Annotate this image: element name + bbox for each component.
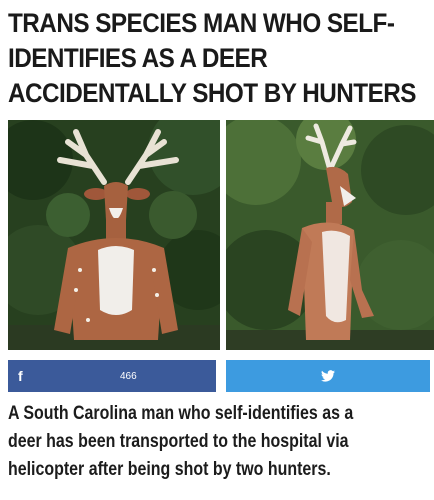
headline-line: ACCIDENTALLY SHOT BY HUNTERS [8, 78, 416, 108]
share-count: 466 [120, 370, 137, 382]
deer-costume-photo-front [8, 120, 220, 350]
headline: TRANS SPECIES MAN WHO SELF- IDENTIFIES A… [8, 6, 416, 111]
twitter-icon [321, 370, 335, 382]
deer-costume-image-side [226, 120, 434, 350]
article-lead-line: helicopter after being shot by two hunte… [8, 459, 331, 480]
article-lead-line: A South Carolina man who self-identifies… [8, 403, 354, 424]
twitter-share-button[interactable] [226, 360, 430, 392]
headline-line: IDENTIFIES AS A DEER [8, 43, 268, 73]
deer-costume-image-front [8, 120, 220, 350]
facebook-icon: f [18, 368, 23, 384]
headline-line: TRANS SPECIES MAN WHO SELF- [8, 8, 395, 38]
facebook-share-button[interactable]: f 466 [8, 360, 216, 392]
article-lead-line: deer has been transported to the hospita… [8, 431, 349, 452]
deer-costume-photo-side [226, 120, 434, 350]
article-lead: A South Carolina man who self-identifies… [8, 400, 411, 484]
